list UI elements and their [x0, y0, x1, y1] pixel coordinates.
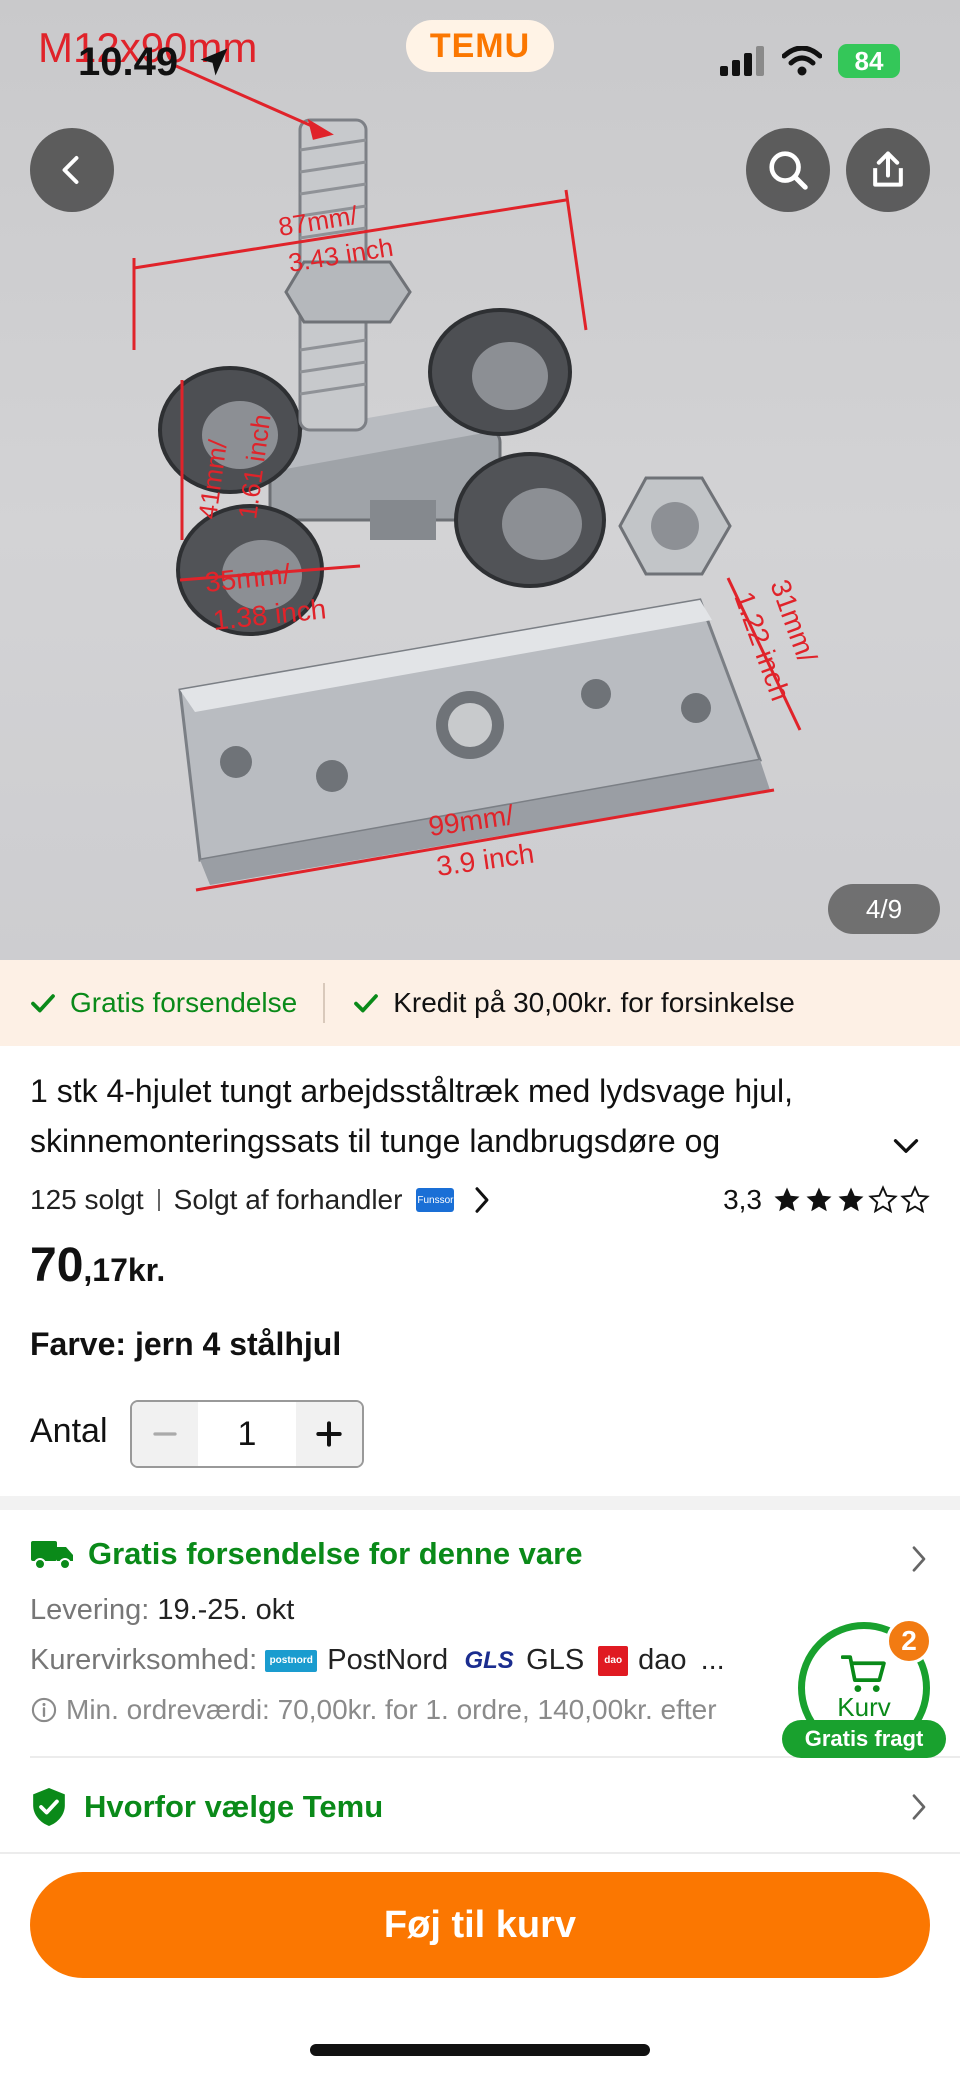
info-icon	[31, 1697, 57, 1723]
quantity-value[interactable]: 1	[198, 1402, 296, 1466]
delivery-row: Levering: 19.-25. okt	[30, 1594, 294, 1627]
share-icon	[873, 151, 903, 187]
image-counter: 4/9	[828, 884, 940, 934]
quantity-label: Antal	[30, 1412, 108, 1450]
rating-value: 3,3	[723, 1184, 762, 1215]
status-indicators: 84	[720, 44, 900, 78]
chevron-right-icon[interactable]	[470, 1185, 494, 1215]
price-main: 70	[30, 1239, 84, 1292]
courier-more: ...	[700, 1644, 725, 1676]
gls-logo: GLS	[464, 1646, 514, 1674]
courier-name: dao	[638, 1644, 687, 1676]
product-title-line: skinnemonteringssats til tunge landbrugs…	[30, 1123, 721, 1159]
shipping-title: Gratis forsendelse for denne vare	[88, 1536, 583, 1571]
price: 70 ,17kr.	[30, 1238, 165, 1293]
checkmark-icon	[354, 994, 379, 1013]
location-arrow-icon	[200, 48, 228, 76]
expand-title-chevron-down-icon[interactable]	[888, 1128, 924, 1164]
chevron-right-icon[interactable]	[908, 1544, 930, 1574]
courier-name: PostNord	[327, 1644, 449, 1676]
dao-logo: dao	[598, 1645, 629, 1676]
min-order-text: Min. ordreværdi: 70,00kr. for 1. ordre, …	[66, 1694, 717, 1725]
cellular-signal-icon	[720, 46, 764, 76]
benefit-label: Gratis forsendelse	[70, 987, 298, 1018]
chevron-left-icon	[62, 156, 79, 184]
wifi-icon	[782, 46, 822, 76]
status-time: 10.49	[78, 40, 179, 84]
delivery-truck-icon	[31, 1541, 73, 1570]
cart-label: Kurv	[837, 1691, 891, 1722]
cart-count-badge: 2	[886, 1618, 932, 1664]
why-temu-row[interactable]: Hvorfor vælge Temu	[30, 1786, 383, 1828]
checkmark-icon	[31, 994, 55, 1013]
rating-stars	[772, 1185, 930, 1215]
benefits-strip[interactable]: Gratis forsendelse Kredit på 30,00kr. fo…	[0, 960, 960, 1046]
search-icon	[769, 151, 808, 190]
share-button[interactable]	[846, 128, 930, 212]
search-button[interactable]	[746, 128, 830, 212]
delivery-label: Levering:	[30, 1594, 150, 1626]
free-shipping-badge: Gratis fragt	[782, 1720, 946, 1758]
divider	[323, 983, 326, 1023]
price-decimals: ,17kr.	[83, 1252, 166, 1288]
battery-indicator: 84	[838, 44, 900, 78]
star-filled-icon	[838, 1187, 864, 1212]
courier-name: GLS	[526, 1644, 585, 1676]
divider	[0, 1852, 960, 1854]
postnord-logo: postnord	[265, 1649, 318, 1672]
delivery-date: 19.-25. okt	[157, 1594, 295, 1626]
plus-icon	[316, 1421, 342, 1447]
product-title[interactable]: 1 stk 4-hjulet tungt arbejdsståltræk med…	[30, 1066, 890, 1166]
quantity-stepper: 1	[130, 1400, 364, 1468]
shipping-header[interactable]: Gratis forsendelse for denne vare	[30, 1536, 582, 1572]
product-image-carousel[interactable]: M12x90mm 87mm/ 3.43 inch 41mm/ 1.61 inch…	[0, 0, 960, 960]
shield-check-icon	[33, 1788, 65, 1826]
courier-label: Kurervirksomhed:	[30, 1644, 258, 1676]
product-title-line: 1 stk 4-hjulet tungt arbejdsståltræk med…	[30, 1073, 794, 1109]
chevron-right-icon[interactable]	[908, 1792, 930, 1822]
star-empty-icon	[868, 1185, 898, 1214]
sold-count: 125 solgt	[30, 1184, 144, 1215]
home-indicator	[310, 2044, 650, 2056]
brand-name: TEMU	[429, 26, 531, 65]
temu-logo: TEMU	[406, 20, 554, 72]
min-order-note: Min. ordreværdi: 70,00kr. for 1. ordre, …	[30, 1694, 717, 1726]
seller-link[interactable]: Solgt af forhandler	[174, 1184, 403, 1216]
back-button[interactable]	[30, 128, 114, 212]
star-filled-icon	[774, 1187, 800, 1212]
star-empty-icon	[900, 1185, 930, 1214]
why-temu-label: Hvorfor vælge Temu	[84, 1789, 384, 1824]
seller-logo[interactable]: Funssor	[416, 1188, 455, 1212]
variant-label: Farve: jern 4 stålhjul	[30, 1326, 342, 1362]
increase-quantity-button[interactable]	[296, 1402, 362, 1466]
shopping-cart-icon	[841, 1654, 886, 1692]
decrease-quantity-button[interactable]	[132, 1402, 198, 1466]
benefit-free-shipping: Gratis forsendelse	[28, 987, 297, 1019]
benefit-late-credit: Kredit på 30,00kr. for forsinkelse	[351, 987, 795, 1019]
loose-nut	[618, 476, 732, 576]
section-divider	[0, 1496, 960, 1510]
divider	[157, 1189, 160, 1211]
add-to-cart-button[interactable]: Føj til kurv	[30, 1872, 930, 1978]
minus-icon	[153, 1432, 177, 1436]
benefit-label: Kredit på 30,00kr. for forsinkelse	[393, 987, 795, 1018]
courier-row: Kurervirksomhed: postnord PostNord GLS G…	[30, 1644, 725, 1677]
star-filled-icon	[806, 1187, 832, 1212]
rating[interactable]: 3,3	[723, 1180, 930, 1220]
